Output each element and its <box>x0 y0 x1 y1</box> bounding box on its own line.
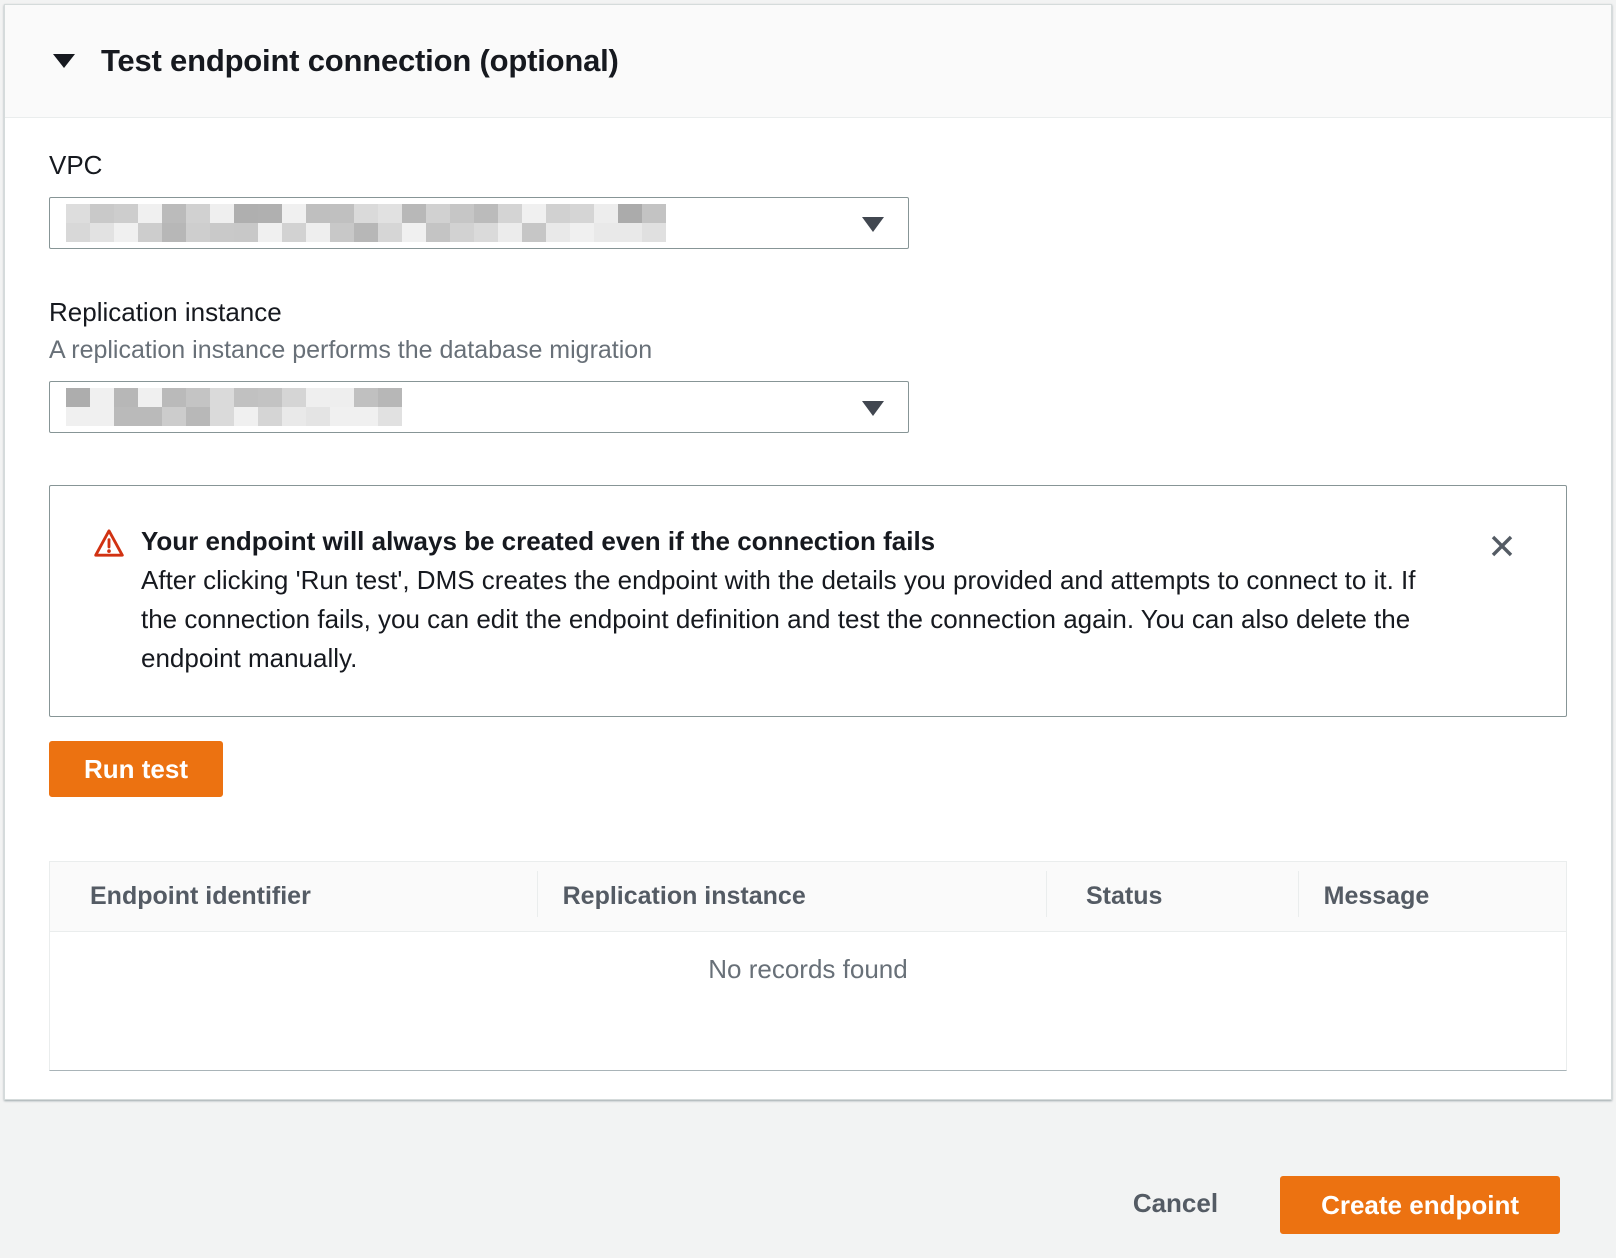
section-title: Test endpoint connection (optional) <box>101 43 619 79</box>
chevron-down-icon <box>862 401 884 416</box>
form-actions-bar: Cancel Create endpoint <box>0 1100 1616 1254</box>
chevron-down-icon <box>862 217 884 232</box>
test-results-table: Endpoint identifier Replication instance… <box>49 861 1567 1071</box>
replication-instance-description: A replication instance performs the data… <box>49 336 1567 365</box>
replication-instance-select[interactable] <box>49 381 909 433</box>
replication-instance-label: Replication instance <box>49 297 1567 328</box>
table-header-row: Endpoint identifier Replication instance… <box>50 862 1566 932</box>
section-body: VPC Replication instance A replication i… <box>5 118 1611 1071</box>
column-header-message: Message <box>1298 882 1566 911</box>
run-test-button[interactable]: Run test <box>49 741 223 797</box>
collapse-caret-icon <box>53 54 75 68</box>
redacted-vpc-value <box>66 204 666 242</box>
column-header-replication-instance: Replication instance <box>537 882 1046 911</box>
cancel-button[interactable]: Cancel <box>1133 1188 1218 1219</box>
test-endpoint-section: Test endpoint connection (optional) VPC … <box>4 4 1612 1100</box>
close-icon[interactable] <box>1486 530 1518 562</box>
create-endpoint-button[interactable]: Create endpoint <box>1280 1176 1560 1234</box>
redacted-replication-instance-value <box>66 388 402 426</box>
warning-alert: Your endpoint will always be created eve… <box>49 485 1567 717</box>
warning-alert-text: Your endpoint will always be created eve… <box>141 522 1426 678</box>
warning-alert-body: After clicking 'Run test', DMS creates t… <box>141 561 1426 678</box>
column-header-endpoint-identifier: Endpoint identifier <box>50 882 537 911</box>
replication-instance-field: Replication instance A replication insta… <box>49 297 1567 433</box>
section-header-toggle[interactable]: Test endpoint connection (optional) <box>5 5 1611 118</box>
empty-table-message: No records found <box>50 932 1566 1070</box>
warning-triangle-icon <box>93 528 125 558</box>
warning-alert-title: Your endpoint will always be created eve… <box>141 522 1426 561</box>
column-header-status: Status <box>1046 882 1298 911</box>
vpc-field: VPC <box>49 150 1567 249</box>
vpc-select[interactable] <box>49 197 909 249</box>
vpc-label: VPC <box>49 150 1567 181</box>
